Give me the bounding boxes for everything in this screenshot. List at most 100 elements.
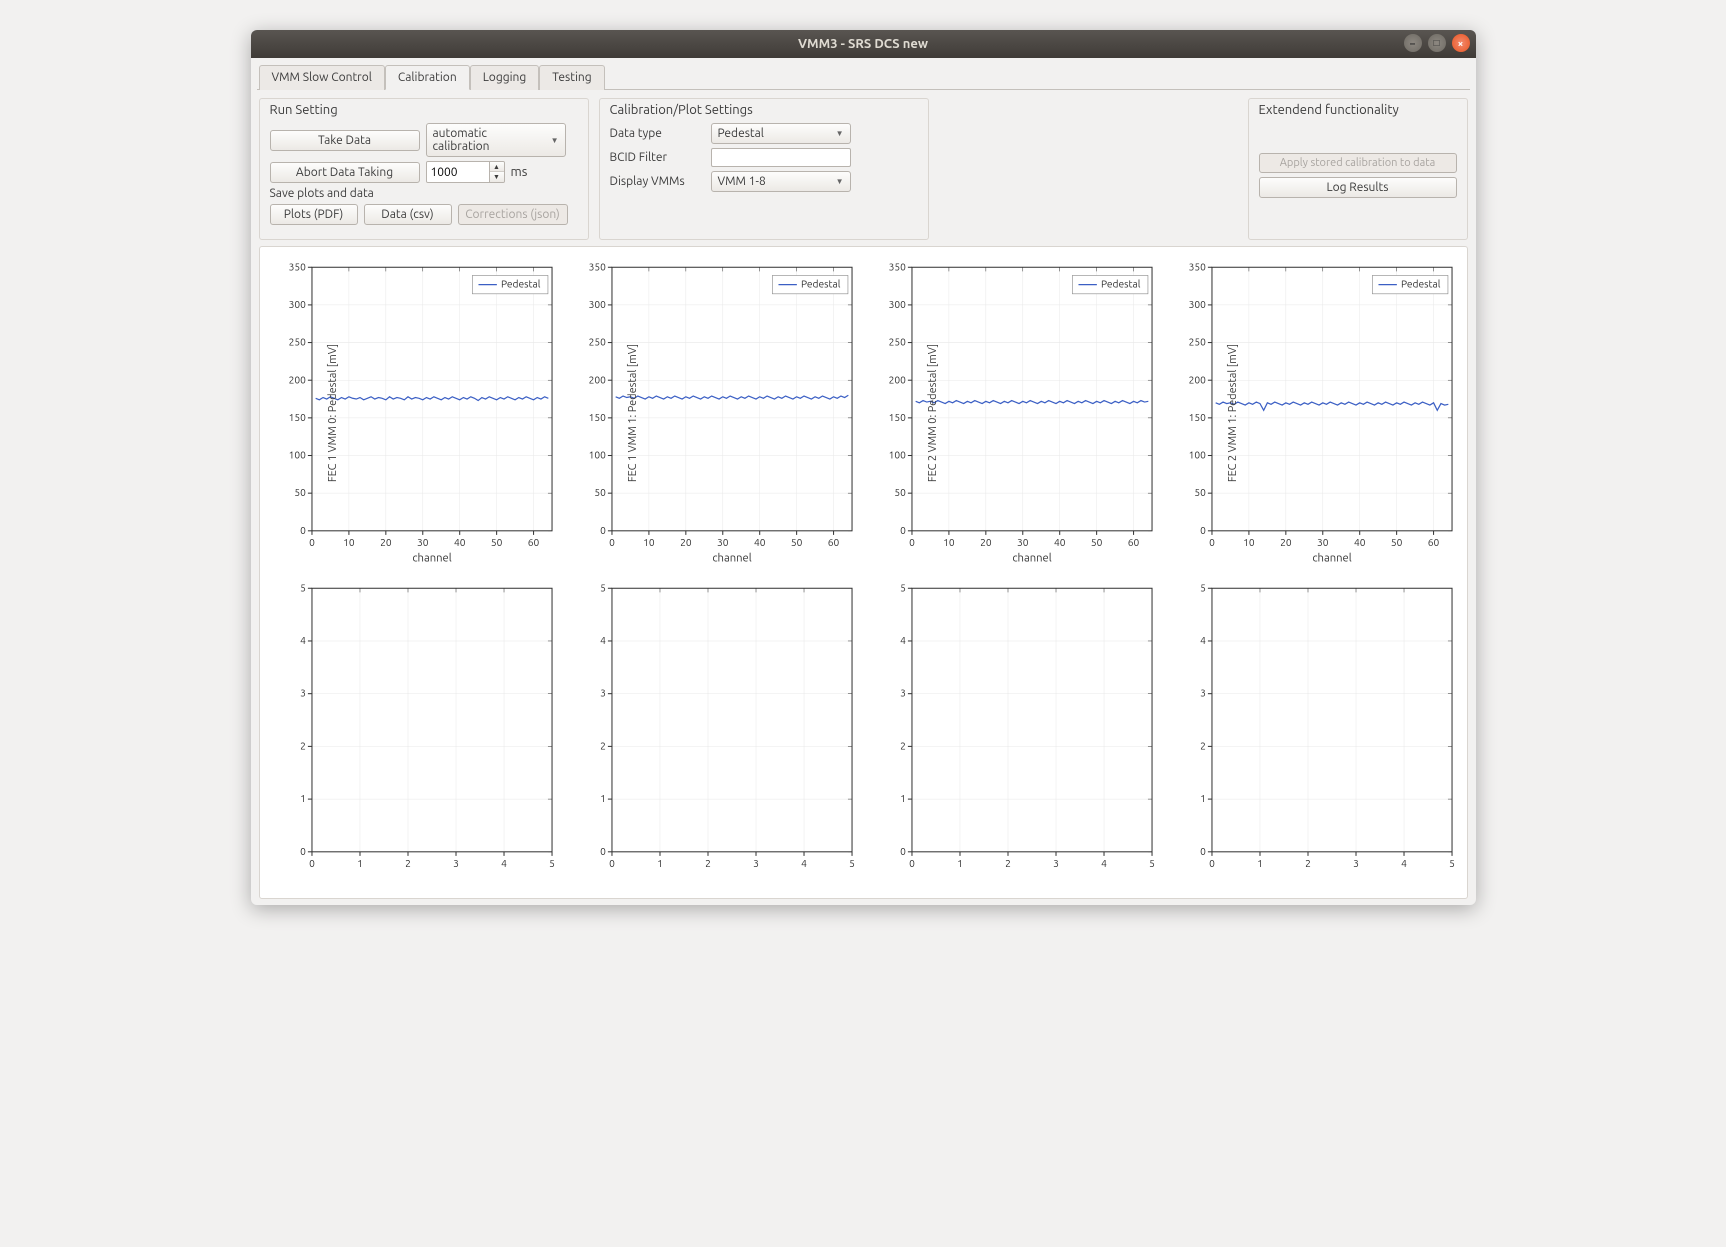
timeout-spinner[interactable]: ▲ ▼ — [426, 161, 505, 183]
svg-text:1: 1 — [1257, 857, 1263, 869]
svg-text:3: 3 — [753, 857, 759, 869]
svg-text:10: 10 — [1243, 536, 1255, 548]
svg-text:20: 20 — [680, 536, 692, 548]
panel-run-setting: Run Setting Take Data automatic calibrat… — [259, 98, 589, 240]
svg-text:3: 3 — [600, 686, 606, 698]
spinner-up-icon[interactable]: ▲ — [490, 162, 504, 172]
svg-text:2: 2 — [600, 739, 606, 751]
svg-text:200: 200 — [1189, 373, 1207, 385]
svg-text:100: 100 — [588, 449, 606, 461]
window-title: VMM3 - SRS DCS new — [798, 37, 928, 51]
svg-text:3: 3 — [300, 686, 306, 698]
calib-mode-select[interactable]: automatic calibration ▼ — [426, 123, 566, 157]
svg-text:channel: channel — [712, 552, 751, 564]
chevron-down-icon: ▼ — [836, 129, 844, 138]
panel-title-run: Run Setting — [270, 103, 578, 117]
svg-text:250: 250 — [889, 336, 907, 348]
svg-text:30: 30 — [1017, 536, 1029, 548]
bcid-input[interactable] — [711, 148, 851, 167]
panel-title-extended: Extendend functionality — [1259, 103, 1457, 117]
svg-text:20: 20 — [1280, 536, 1292, 548]
svg-text:2: 2 — [300, 739, 306, 751]
chevron-down-icon: ▼ — [551, 136, 559, 145]
data-type-select[interactable]: Pedestal ▼ — [711, 123, 851, 144]
tab-logging[interactable]: Logging — [470, 65, 540, 90]
svg-text:Pedestal: Pedestal — [1401, 278, 1441, 290]
svg-text:4: 4 — [600, 634, 606, 646]
display-vmms-select[interactable]: VMM 1-8 ▼ — [711, 171, 851, 192]
pedestal-chart: FEC 2 VMM 1: Pedestal [mV]01020304050600… — [1166, 255, 1462, 572]
svg-text:300: 300 — [588, 298, 606, 310]
log-results-button[interactable]: Log Results — [1259, 177, 1457, 198]
svg-text:20: 20 — [980, 536, 992, 548]
chevron-down-icon: ▼ — [836, 177, 844, 186]
svg-text:150: 150 — [1189, 411, 1207, 423]
svg-text:200: 200 — [288, 373, 306, 385]
svg-text:channel: channel — [1313, 552, 1352, 564]
panel-calib-settings: Calibration/Plot Settings Data type Pede… — [599, 98, 929, 240]
tab-calibration[interactable]: Calibration — [385, 65, 470, 90]
svg-text:0: 0 — [909, 536, 915, 548]
svg-text:0: 0 — [309, 536, 315, 548]
data-type-label: Data type — [610, 127, 705, 140]
svg-text:Pedestal: Pedestal — [801, 278, 841, 290]
svg-text:Pedestal: Pedestal — [1101, 278, 1141, 290]
svg-text:50: 50 — [594, 486, 606, 498]
timeout-unit: ms — [511, 165, 528, 179]
minimize-icon[interactable]: – — [1404, 34, 1422, 52]
svg-text:0: 0 — [600, 845, 606, 857]
svg-text:50: 50 — [1391, 536, 1403, 548]
svg-text:30: 30 — [417, 536, 429, 548]
data-csv-button[interactable]: Data (csv) — [364, 204, 452, 225]
svg-text:150: 150 — [889, 411, 907, 423]
timeout-input[interactable] — [427, 162, 489, 182]
save-plots-label: Save plots and data — [270, 187, 578, 200]
tab-testing[interactable]: Testing — [539, 65, 604, 90]
svg-text:250: 250 — [288, 336, 306, 348]
svg-text:5: 5 — [1200, 581, 1206, 593]
svg-text:60: 60 — [1428, 536, 1440, 548]
empty-chart: 012345012345 — [566, 576, 862, 893]
svg-text:50: 50 — [1091, 536, 1103, 548]
svg-text:50: 50 — [490, 536, 502, 548]
close-icon[interactable]: × — [1452, 34, 1470, 52]
svg-text:5: 5 — [600, 581, 606, 593]
svg-text:50: 50 — [294, 486, 306, 498]
svg-text:150: 150 — [288, 411, 306, 423]
svg-text:150: 150 — [588, 411, 606, 423]
svg-text:350: 350 — [1189, 260, 1207, 272]
svg-text:40: 40 — [754, 536, 766, 548]
svg-text:300: 300 — [889, 298, 907, 310]
svg-text:50: 50 — [1195, 486, 1207, 498]
svg-text:200: 200 — [889, 373, 907, 385]
svg-text:300: 300 — [1189, 298, 1207, 310]
svg-text:250: 250 — [1189, 336, 1207, 348]
svg-text:2: 2 — [1200, 739, 1206, 751]
svg-text:100: 100 — [1189, 449, 1207, 461]
svg-text:0: 0 — [609, 857, 615, 869]
svg-text:5: 5 — [900, 581, 906, 593]
plots-pdf-button[interactable]: Plots (PDF) — [270, 204, 358, 225]
svg-text:10: 10 — [343, 536, 355, 548]
tab-vmm-slow-control[interactable]: VMM Slow Control — [259, 65, 385, 90]
maximize-icon[interactable]: □ — [1428, 34, 1446, 52]
svg-text:200: 200 — [588, 373, 606, 385]
svg-text:4: 4 — [501, 857, 507, 869]
take-data-button[interactable]: Take Data — [270, 130, 420, 151]
bcid-label: BCID Filter — [610, 151, 705, 164]
abort-button[interactable]: Abort Data Taking — [270, 162, 420, 183]
apply-calib-button: Apply stored calibration to data — [1259, 153, 1457, 173]
svg-text:1: 1 — [957, 857, 963, 869]
svg-text:40: 40 — [453, 536, 465, 548]
spinner-down-icon[interactable]: ▼ — [490, 172, 504, 182]
svg-text:350: 350 — [889, 260, 907, 272]
svg-text:0: 0 — [1200, 845, 1206, 857]
titlebar[interactable]: VMM3 - SRS DCS new – □ × — [251, 30, 1476, 58]
svg-text:1: 1 — [900, 792, 906, 804]
app-window: VMM3 - SRS DCS new – □ × VMM Slow Contro… — [251, 30, 1476, 905]
svg-text:channel: channel — [1012, 552, 1051, 564]
panel-extended: Extendend functionality Apply stored cal… — [1248, 98, 1468, 240]
svg-text:100: 100 — [288, 449, 306, 461]
svg-text:40: 40 — [1354, 536, 1366, 548]
svg-text:60: 60 — [527, 536, 539, 548]
